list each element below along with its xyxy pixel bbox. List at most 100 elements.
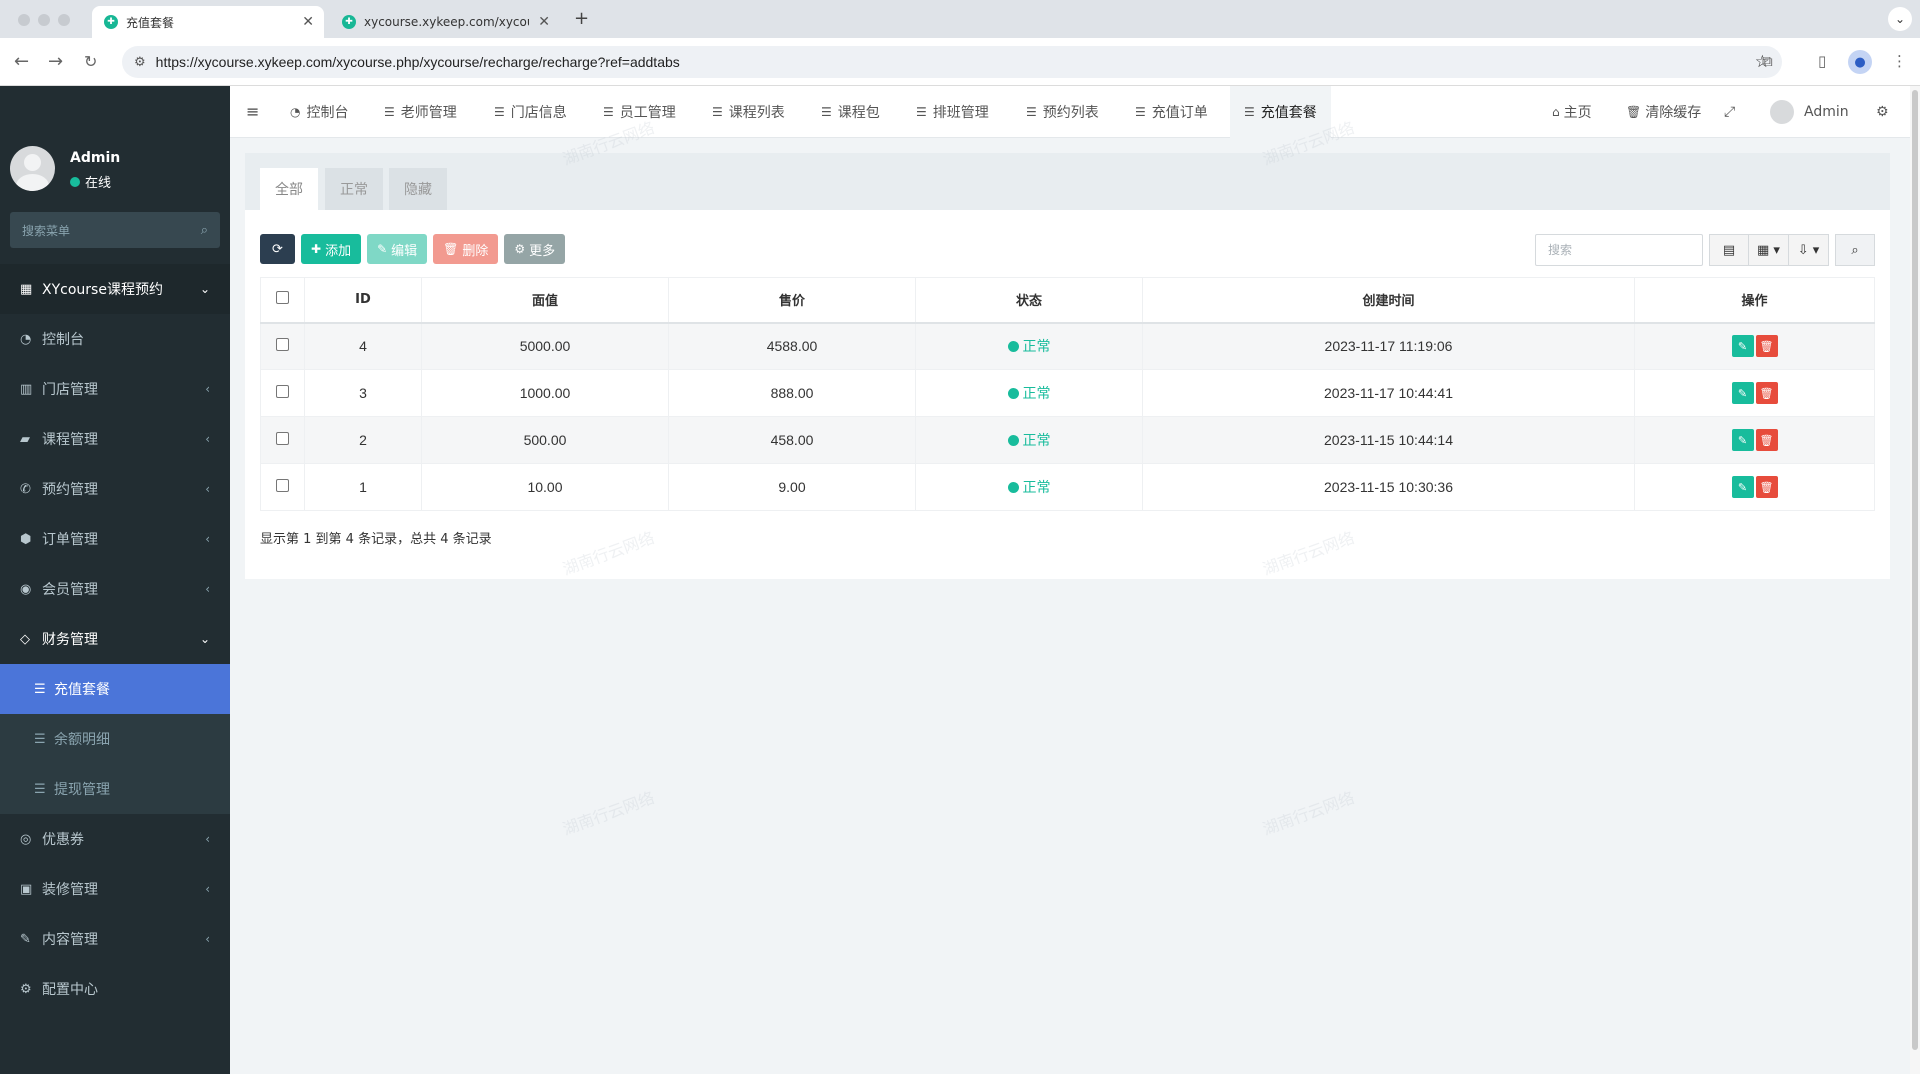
- columns-dropdown[interactable]: ▦ ▾: [1749, 234, 1789, 266]
- col-price[interactable]: 售价: [668, 277, 916, 324]
- sidebar-item-stores[interactable]: ▥ 门店管理 ‹: [0, 364, 230, 414]
- window-minimize-dot[interactable]: [38, 14, 50, 26]
- sidebar-item-courses[interactable]: ▰ 课程管理 ‹: [0, 414, 230, 464]
- fullscreen-icon[interactable]: ⤢: [1724, 86, 1735, 138]
- row-checkbox[interactable]: [276, 338, 289, 352]
- search-icon[interactable]: ⌕: [201, 223, 208, 238]
- sidebar-item-dashboard[interactable]: ◔ 控制台: [0, 314, 230, 364]
- add-button[interactable]: ✚ 添加: [301, 234, 362, 264]
- window-zoom-dot[interactable]: [58, 14, 70, 26]
- more-button[interactable]: ⚙ 更多: [504, 234, 566, 264]
- tab-dashboard[interactable]: ◔ 控制台: [276, 86, 362, 138]
- tab-recharge-packages[interactable]: ☰ 充值套餐: [1230, 86, 1331, 138]
- online-dot-icon: [70, 176, 80, 187]
- col-face-value[interactable]: 面值: [421, 277, 669, 324]
- scrollbar-thumb[interactable]: [1912, 90, 1918, 1050]
- row-edit-button[interactable]: ✎: [1731, 335, 1754, 358]
- site-favicon-icon: ✚: [104, 15, 118, 29]
- forward-arrow-icon[interactable]: →: [48, 51, 63, 72]
- sidebar-item-withdrawals[interactable]: ☰ 提现管理: [0, 764, 230, 814]
- row-checkbox[interactable]: [276, 479, 289, 492]
- browser-tab-active[interactable]: ✚ 充值套餐 ✕: [92, 6, 324, 38]
- profile-avatar-icon[interactable]: ●: [1848, 50, 1872, 74]
- menu-search-input[interactable]: 搜索菜单 ⌕: [10, 212, 220, 248]
- sidebar-item-bookings[interactable]: ✆ 预约管理 ‹: [0, 464, 230, 514]
- menu-toggle-icon[interactable]: ≡: [246, 102, 259, 121]
- delete-button[interactable]: 🗑 删除: [433, 234, 499, 264]
- cell-face-value: 500.00: [421, 416, 669, 464]
- status-badge[interactable]: 正常: [1007, 336, 1051, 356]
- export-dropdown[interactable]: ⇩ ▾: [1789, 234, 1829, 266]
- sidebar-item-members[interactable]: ◉ 会员管理 ‹: [0, 564, 230, 614]
- browser-tab[interactable]: ✚ xycourse.xykeep.com/xycour ✕: [330, 6, 560, 38]
- extensions-icon[interactable]: ⧉: [1762, 52, 1773, 70]
- refresh-button[interactable]: ⟳: [260, 234, 295, 264]
- sidebar-item-content[interactable]: ✎ 内容管理 ‹: [0, 914, 230, 964]
- col-id[interactable]: ID: [304, 277, 422, 324]
- cell-id: 1: [304, 463, 422, 511]
- tab-hidden[interactable]: 隐藏: [389, 168, 447, 210]
- row-delete-button[interactable]: 🗑: [1755, 335, 1778, 358]
- sidebar-item-decoration[interactable]: ▣ 装修管理 ‹: [0, 864, 230, 914]
- status-badge[interactable]: 正常: [1007, 383, 1051, 403]
- sidebar-item-finance[interactable]: ◇ 财务管理 ⌄: [0, 614, 230, 664]
- sidebar-item-settings[interactable]: ⚙ 配置中心: [0, 964, 230, 1014]
- address-bar[interactable]: ⚙ https://xycourse.xykeep.com/xycourse.p…: [122, 46, 1782, 78]
- cell-id: 2: [304, 416, 422, 464]
- tab-store-info[interactable]: ☰ 门店信息: [480, 86, 581, 138]
- select-all-checkbox[interactable]: [276, 291, 289, 305]
- tab-course-list[interactable]: ☰ 课程列表: [698, 86, 799, 138]
- home-link[interactable]: ⌂ 主页: [1552, 86, 1592, 138]
- status-badge[interactable]: 正常: [1007, 430, 1051, 450]
- close-tab-icon[interactable]: ✕: [538, 14, 550, 30]
- tab-recharge-orders[interactable]: ☰ 充值订单: [1121, 86, 1222, 138]
- back-arrow-icon[interactable]: ←: [14, 51, 29, 72]
- row-edit-button[interactable]: ✎: [1731, 429, 1754, 451]
- status-badge[interactable]: 正常: [1007, 477, 1051, 497]
- clear-cache-button[interactable]: 🗑 清除缓存: [1626, 86, 1701, 138]
- browser-menu-icon[interactable]: ⋮: [1892, 52, 1907, 70]
- row-checkbox[interactable]: [276, 385, 289, 398]
- sidebar-item-label: 提现管理: [54, 782, 110, 798]
- sidebar-item-xycourse[interactable]: ▦ XYcourse课程预约 ⌄: [0, 264, 230, 314]
- row-delete-button[interactable]: 🗑: [1755, 476, 1778, 498]
- window-close-dot[interactable]: [18, 14, 30, 26]
- col-created-time[interactable]: 创建时间: [1142, 277, 1635, 324]
- edit-button[interactable]: ✎ 编辑: [367, 234, 428, 264]
- table-row: 1 10.00 9.00 正常 2023-11-15 10:30:36 ✎ 🗑: [260, 463, 1875, 511]
- sidebar-item-coupons[interactable]: ◎ 优惠券 ‹: [0, 814, 230, 864]
- tab-all[interactable]: 全部: [260, 168, 318, 210]
- admin-menu[interactable]: Admin: [1770, 86, 1849, 138]
- row-delete-button[interactable]: 🗑: [1755, 429, 1778, 451]
- tab-normal[interactable]: 正常: [325, 168, 383, 210]
- row-edit-button[interactable]: ✎: [1731, 382, 1754, 404]
- tab-booking-list[interactable]: ☰ 预约列表: [1012, 86, 1113, 138]
- sidebar-item-balance-details[interactable]: ☰ 余额明细: [0, 714, 230, 764]
- url-text[interactable]: https://xycourse.xykeep.com/xycourse.php…: [156, 54, 680, 70]
- row-delete-button[interactable]: 🗑: [1755, 382, 1778, 404]
- sidebar-item-recharge-packages[interactable]: ☰ 充值套餐: [0, 664, 230, 714]
- col-status[interactable]: 状态: [915, 277, 1143, 324]
- tab-staff[interactable]: ☰ 员工管理: [589, 86, 690, 138]
- tab-course-packages[interactable]: ☰ 课程包: [807, 86, 894, 138]
- site-settings-icon[interactable]: ⚙: [134, 55, 146, 70]
- tab-scheduling[interactable]: ☰ 排班管理: [902, 86, 1003, 138]
- sidebar-item-label: XYcourse课程预约: [42, 282, 163, 298]
- tab-teachers[interactable]: ☰ 老师管理: [370, 86, 471, 138]
- advanced-search-button[interactable]: ⌕: [1835, 234, 1875, 266]
- table-search-input[interactable]: [1535, 234, 1703, 266]
- list-icon: ☰: [712, 105, 723, 119]
- card-view-toggle[interactable]: ▤: [1709, 234, 1749, 266]
- page-scrollbar[interactable]: [1910, 86, 1920, 1074]
- tab-search-chevron-icon[interactable]: ⌄: [1888, 7, 1912, 31]
- cell-status: 正常: [915, 322, 1143, 370]
- row-checkbox[interactable]: [276, 432, 289, 445]
- browser-tab-title: 充值套餐: [126, 15, 175, 30]
- row-edit-button[interactable]: ✎: [1731, 476, 1754, 498]
- reload-icon[interactable]: ↻: [84, 52, 97, 71]
- new-tab-icon[interactable]: +: [574, 8, 589, 29]
- cogs-icon[interactable]: ⚙: [1876, 86, 1889, 138]
- close-tab-icon[interactable]: ✕: [302, 14, 314, 30]
- side-panel-icon[interactable]: ▯: [1818, 52, 1826, 70]
- sidebar-item-orders[interactable]: ⬢ 订单管理 ‹: [0, 514, 230, 564]
